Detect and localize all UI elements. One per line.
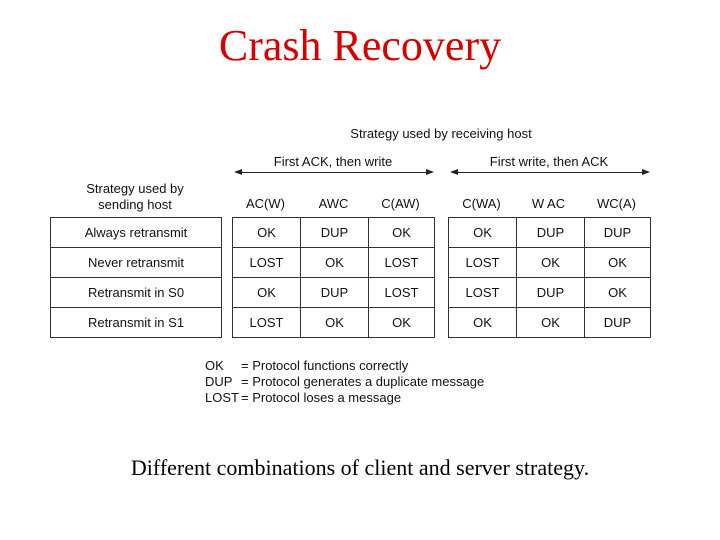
legend-item: LOST = Protocol loses a message [205,390,484,406]
result-cell: DUP [584,307,651,338]
result-cell: OK [584,247,651,278]
table-row: LOST DUP OK [448,277,651,308]
legend-desc: = Protocol generates a duplicate message [241,374,485,389]
table-row: OK DUP OK [232,217,435,248]
column-header: WC(A) [597,196,636,211]
result-cell: OK [368,217,435,248]
result-cell: OK [232,277,301,308]
double-arrow-icon [234,169,434,175]
slide-title: Crash Recovery [218,21,502,70]
result-cell: OK [516,307,585,338]
result-cell: OK [448,307,517,338]
result-cell: OK [232,217,301,248]
result-cell: DUP [300,217,369,248]
result-cell: LOST [448,247,517,278]
column-header: AC(W) [246,196,285,211]
legend: OK = Protocol functions correctly DUP = Pr… [205,358,484,406]
column-header: C(AW) [381,196,420,211]
legend-desc: = Protocol functions correctly [241,358,409,373]
group-label-write-first: First write, then ACK [489,154,609,169]
legend-desc: = Protocol loses a message [241,390,402,405]
result-cell: LOST [232,247,301,278]
column-header: AWC [318,196,349,211]
table-row: LOST OK OK [232,307,435,338]
group-label-ack-first: First ACK, then write [273,154,393,169]
result-cell: OK [584,277,651,308]
legend-key: DUP [205,374,233,389]
ack-first-table: OK DUP OK LOST OK LOST OK DUP LOST LOST … [232,217,435,338]
row-label: Retransmit in S0 [50,277,222,308]
table-row: OK DUP LOST [232,277,435,308]
sending-strategy-label-line2: sending host [98,197,172,212]
result-cell: DUP [516,277,585,308]
write-first-table: OK DUP DUP LOST OK OK LOST DUP OK OK OK … [448,217,651,338]
sending-strategy-label-line1: Strategy used by [86,181,184,196]
column-header: W AC [531,196,566,211]
result-cell: OK [516,247,585,278]
result-cell: DUP [300,277,369,308]
table-row: Always retransmit [50,217,222,248]
result-cell: DUP [584,217,651,248]
legend-key: LOST [205,390,239,405]
table-row: Retransmit in S1 [50,307,222,338]
result-cell: DUP [516,217,585,248]
row-label: Always retransmit [50,217,222,248]
row-label: Never retransmit [50,247,222,278]
table-row: Never retransmit [50,247,222,278]
result-cell: LOST [448,277,517,308]
sending-strategy-table: Always retransmit Never retransmit Retra… [50,217,222,338]
table-row: OK OK DUP [448,307,651,338]
result-cell: OK [300,307,369,338]
legend-item: DUP = Protocol generates a duplicate mess… [205,374,484,390]
result-cell: LOST [232,307,301,338]
result-cell: OK [368,307,435,338]
row-label: Retransmit in S1 [50,307,222,338]
legend-item: OK = Protocol functions correctly [205,358,484,374]
result-cell: LOST [368,277,435,308]
table-row: LOST OK LOST [232,247,435,278]
result-cell: OK [448,217,517,248]
result-cell: OK [300,247,369,278]
column-header: C(WA) [462,196,501,211]
slide-caption: Different combinations of client and ser… [130,455,590,480]
result-cell: LOST [368,247,435,278]
table-row: OK DUP DUP [448,217,651,248]
table-row: Retransmit in S0 [50,277,222,308]
table-row: LOST OK OK [448,247,651,278]
receiving-strategy-label: Strategy used by receiving host [350,126,532,141]
sending-strategy-label: Strategy used by sending host [68,181,202,213]
double-arrow-icon [450,169,650,175]
legend-key: OK [205,358,224,373]
